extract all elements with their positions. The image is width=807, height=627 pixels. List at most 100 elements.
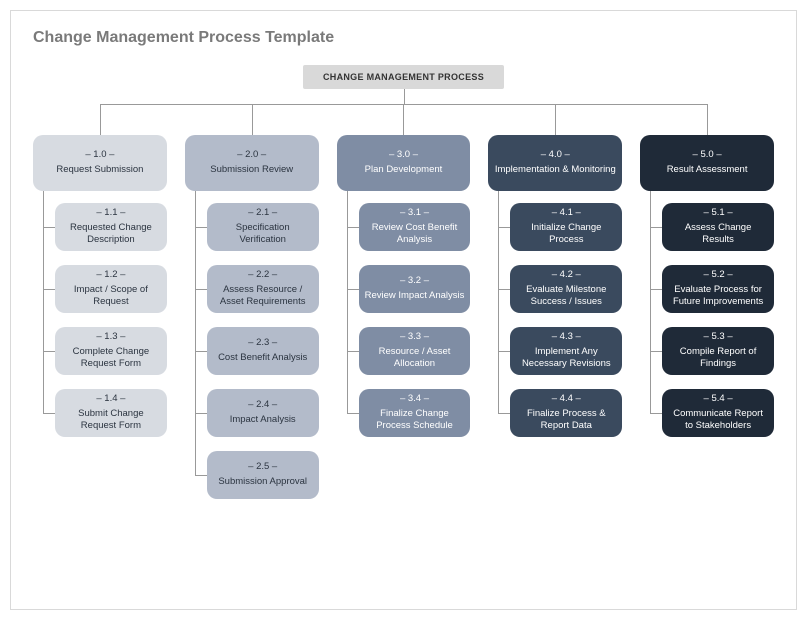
node-label: Specification Verification xyxy=(213,222,313,248)
node-number: – 1.2 – xyxy=(61,269,161,282)
column-head: – 4.0 – Implementation & Monitoring xyxy=(488,135,622,191)
child-node: – 4.4 – Finalize Process & Report Data xyxy=(510,389,622,437)
node-number: – 1.1 – xyxy=(61,207,161,220)
node-number: – 2.2 – xyxy=(213,269,313,282)
child-node: – 3.3 – Resource / Asset Allocation xyxy=(359,327,471,375)
node-number: – 1.4 – xyxy=(61,393,161,406)
node-number: – 2.1 – xyxy=(213,207,313,220)
node-number: – 1.3 – xyxy=(61,331,161,344)
node-label: Plan Development xyxy=(343,164,465,177)
node-label: Evaluate Milestone Success / Issues xyxy=(516,284,616,310)
node-number: – 4.0 – xyxy=(494,149,616,162)
child-node: – 3.1 – Review Cost Benefit Analysis xyxy=(359,203,471,251)
column-spine xyxy=(43,163,44,413)
node-label: Review Cost Benefit Analysis xyxy=(365,222,465,248)
connector-vdrop xyxy=(100,104,101,135)
node-label: Impact / Scope of Request xyxy=(61,284,161,310)
node-number: – 3.0 – xyxy=(343,149,465,162)
node-number: – 5.0 – xyxy=(646,149,768,162)
node-number: – 5.3 – xyxy=(668,331,768,344)
node-number: – 3.3 – xyxy=(365,331,465,344)
column-head: – 2.0 – Submission Review xyxy=(185,135,319,191)
node-label: Submission Approval xyxy=(213,476,313,489)
child-node: – 4.2 – Evaluate Milestone Success / Issu… xyxy=(510,265,622,313)
node-label: Submission Review xyxy=(191,164,313,177)
child-node: – 5.3 – Compile Report of Findings xyxy=(662,327,774,375)
column-head: – 1.0 – Request Submission xyxy=(33,135,167,191)
node-label: Evaluate Process for Future Improvements xyxy=(668,284,768,310)
child-node: – 1.1 – Requested Change Description xyxy=(55,203,167,251)
node-number: – 2.4 – xyxy=(213,399,313,412)
child-node: – 1.4 – Submit Change Request Form xyxy=(55,389,167,437)
node-number: – 1.0 – xyxy=(39,149,161,162)
page-title: Change Management Process Template xyxy=(33,29,774,47)
connector-area xyxy=(33,89,774,135)
node-label: Cost Benefit Analysis xyxy=(213,352,313,365)
node-label: Implementation & Monitoring xyxy=(494,164,616,177)
node-number: – 4.2 – xyxy=(516,269,616,282)
node-label: Request Submission xyxy=(39,164,161,177)
node-label: Communicate Report to Stakeholders xyxy=(668,408,768,434)
node-label: Complete Change Request Form xyxy=(61,346,161,372)
node-number: – 2.3 – xyxy=(213,337,313,350)
child-node: – 3.2 – Review Impact Analysis xyxy=(359,265,471,313)
node-number: – 2.0 – xyxy=(191,149,313,162)
node-number: – 5.2 – xyxy=(668,269,768,282)
connector-vmain xyxy=(404,89,405,104)
column: – 2.0 – Submission Review – 2.1 – Specifica… xyxy=(185,135,319,513)
node-number: – 4.1 – xyxy=(516,207,616,220)
column: – 4.0 – Implementation & Monitoring – 4.1 … xyxy=(488,135,622,513)
column: – 5.0 – Result Assessment – 5.1 – Assess Ch… xyxy=(640,135,774,513)
child-node: – 4.1 – Initialize Change Process xyxy=(510,203,622,251)
child-node: – 2.1 – Specification Verification xyxy=(207,203,319,251)
node-label: Impact Analysis xyxy=(213,414,313,427)
node-number: – 4.3 – xyxy=(516,331,616,344)
child-node: – 2.5 – Submission Approval xyxy=(207,451,319,499)
child-node: – 1.3 – Complete Change Request Form xyxy=(55,327,167,375)
column-spine xyxy=(498,163,499,413)
column-spine xyxy=(650,163,651,413)
node-label: Submit Change Request Form xyxy=(61,408,161,434)
node-label: Initialize Change Process xyxy=(516,222,616,248)
node-label: Assess Change Results xyxy=(668,222,768,248)
node-number: – 3.1 – xyxy=(365,207,465,220)
node-number: – 4.4 – xyxy=(516,393,616,406)
connector-vdrop xyxy=(252,104,253,135)
node-label: Assess Resource / Asset Requirements xyxy=(213,284,313,310)
node-number: – 3.2 – xyxy=(365,275,465,288)
node-number: – 5.1 – xyxy=(668,207,768,220)
column-head: – 5.0 – Result Assessment xyxy=(640,135,774,191)
node-label: Finalize Process & Report Data xyxy=(516,408,616,434)
columns-container: – 1.0 – Request Submission – 1.1 – Requeste… xyxy=(33,135,774,513)
node-number: – 2.5 – xyxy=(213,461,313,474)
node-label: Implement Any Necessary Revisions xyxy=(516,346,616,372)
column: – 3.0 – Plan Development – 3.1 – Review Cos… xyxy=(337,135,471,513)
column-spine xyxy=(347,163,348,413)
child-node: – 5.1 – Assess Change Results xyxy=(662,203,774,251)
column: – 1.0 – Request Submission – 1.1 – Requeste… xyxy=(33,135,167,513)
connector-vdrop xyxy=(555,104,556,135)
child-node: – 5.2 – Evaluate Process for Future Impro… xyxy=(662,265,774,313)
connector-vdrop xyxy=(403,104,404,135)
node-label: Resource / Asset Allocation xyxy=(365,346,465,372)
child-node: – 2.4 – Impact Analysis xyxy=(207,389,319,437)
child-node: – 3.4 – Finalize Change Process Schedule xyxy=(359,389,471,437)
node-label: Review Impact Analysis xyxy=(365,290,465,303)
node-label: Compile Report of Findings xyxy=(668,346,768,372)
child-node: – 5.4 – Communicate Report to Stakeholder… xyxy=(662,389,774,437)
node-label: Requested Change Description xyxy=(61,222,161,248)
node-number: – 3.4 – xyxy=(365,393,465,406)
diagram-frame: Change Management Process Template CHANG… xyxy=(10,10,797,610)
root-node: CHANGE MANAGEMENT PROCESS xyxy=(303,65,504,89)
child-node: – 1.2 – Impact / Scope of Request xyxy=(55,265,167,313)
node-label: Result Assessment xyxy=(646,164,768,177)
child-node: – 2.3 – Cost Benefit Analysis xyxy=(207,327,319,375)
root-wrap: CHANGE MANAGEMENT PROCESS xyxy=(33,65,774,89)
column-head: – 3.0 – Plan Development xyxy=(337,135,471,191)
child-node: – 4.3 – Implement Any Necessary Revisions xyxy=(510,327,622,375)
column-spine xyxy=(195,163,196,475)
connector-vdrop xyxy=(707,104,708,135)
node-label: Finalize Change Process Schedule xyxy=(365,408,465,434)
node-number: – 5.4 – xyxy=(668,393,768,406)
child-node: – 2.2 – Assess Resource / Asset Requireme… xyxy=(207,265,319,313)
